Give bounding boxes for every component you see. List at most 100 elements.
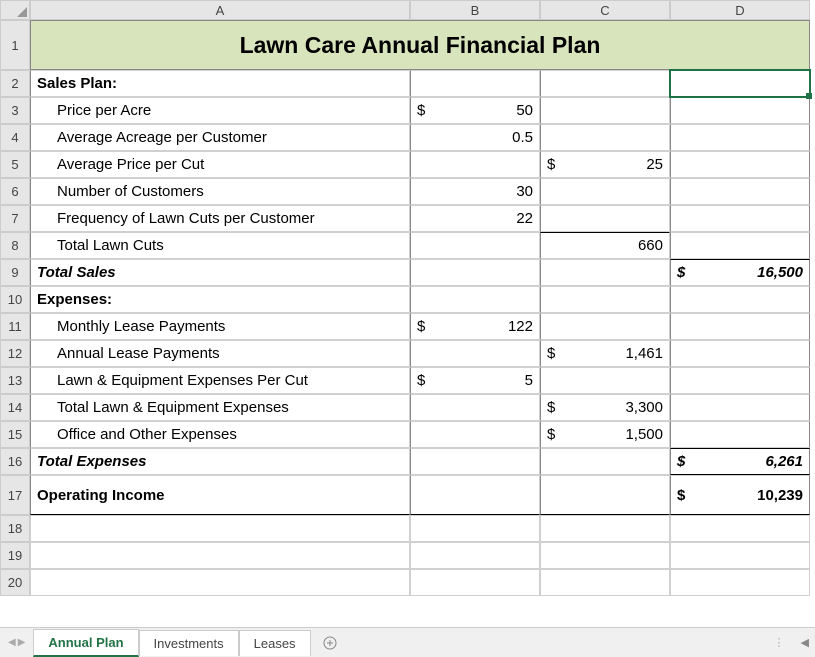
title-cell[interactable]: Lawn Care Annual Financial Plan bbox=[30, 20, 810, 70]
row-header[interactable]: 8 bbox=[0, 232, 30, 259]
row-header[interactable]: 11 bbox=[0, 313, 30, 340]
cell-d8[interactable] bbox=[670, 232, 810, 259]
cell-c8[interactable]: 660 bbox=[540, 232, 670, 259]
cell-d2-selected[interactable] bbox=[670, 70, 810, 97]
cell-d17[interactable]: $10,239 bbox=[670, 475, 810, 515]
cell-c10[interactable] bbox=[540, 286, 670, 313]
cell-b2[interactable] bbox=[410, 70, 540, 97]
cell-c11[interactable] bbox=[540, 313, 670, 340]
cell-b9[interactable] bbox=[410, 259, 540, 286]
cell-d6[interactable] bbox=[670, 178, 810, 205]
row-header[interactable]: 14 bbox=[0, 394, 30, 421]
tab-next-icon[interactable]: ▶ bbox=[18, 637, 26, 648]
tab-investments[interactable]: Investments bbox=[139, 630, 239, 656]
cell-c4[interactable] bbox=[540, 124, 670, 151]
cell-a20[interactable] bbox=[30, 569, 410, 596]
cell-b5[interactable] bbox=[410, 151, 540, 178]
cell-b10[interactable] bbox=[410, 286, 540, 313]
row-header[interactable]: 18 bbox=[0, 515, 30, 542]
cell-c9[interactable] bbox=[540, 259, 670, 286]
cell-c13[interactable] bbox=[540, 367, 670, 394]
cell-b8[interactable] bbox=[410, 232, 540, 259]
hscroll-left-icon[interactable]: ◀ bbox=[795, 636, 815, 649]
row-header[interactable]: 19 bbox=[0, 542, 30, 569]
col-header-c[interactable]: C bbox=[540, 0, 670, 20]
row-header[interactable]: 5 bbox=[0, 151, 30, 178]
cell-b4[interactable]: 0.5 bbox=[410, 124, 540, 151]
tab-prev-icon[interactable]: ◀ bbox=[8, 637, 16, 648]
row-header[interactable]: 13 bbox=[0, 367, 30, 394]
row-header[interactable]: 7 bbox=[0, 205, 30, 232]
cell-d19[interactable] bbox=[670, 542, 810, 569]
cell-a12[interactable]: Annual Lease Payments bbox=[30, 340, 410, 367]
cell-a15[interactable]: Office and Other Expenses bbox=[30, 421, 410, 448]
cell-a8[interactable]: Total Lawn Cuts bbox=[30, 232, 410, 259]
cell-d7[interactable] bbox=[670, 205, 810, 232]
col-header-d[interactable]: D bbox=[670, 0, 810, 20]
cell-c18[interactable] bbox=[540, 515, 670, 542]
cell-d20[interactable] bbox=[670, 569, 810, 596]
cell-a18[interactable] bbox=[30, 515, 410, 542]
cell-a13[interactable]: Lawn & Equipment Expenses Per Cut bbox=[30, 367, 410, 394]
row-header[interactable]: 1 bbox=[0, 20, 30, 70]
cell-a5[interactable]: Average Price per Cut bbox=[30, 151, 410, 178]
cell-a11[interactable]: Monthly Lease Payments bbox=[30, 313, 410, 340]
cell-c19[interactable] bbox=[540, 542, 670, 569]
cell-b6[interactable]: 30 bbox=[410, 178, 540, 205]
spreadsheet-grid[interactable]: A B C D 1 Lawn Care Annual Financial Pla… bbox=[0, 0, 815, 596]
row-header[interactable]: 4 bbox=[0, 124, 30, 151]
cell-a7[interactable]: Frequency of Lawn Cuts per Customer bbox=[30, 205, 410, 232]
cell-c3[interactable] bbox=[540, 97, 670, 124]
cell-a14[interactable]: Total Lawn & Equipment Expenses bbox=[30, 394, 410, 421]
cell-a6[interactable]: Number of Customers bbox=[30, 178, 410, 205]
cell-b3[interactable]: $50 bbox=[410, 97, 540, 124]
cell-d12[interactable] bbox=[670, 340, 810, 367]
cell-b17[interactable] bbox=[410, 475, 540, 515]
cell-c12[interactable]: $1,461 bbox=[540, 340, 670, 367]
cell-c14[interactable]: $3,300 bbox=[540, 394, 670, 421]
cell-a9[interactable]: Total Sales bbox=[30, 259, 410, 286]
cell-c15[interactable]: $1,500 bbox=[540, 421, 670, 448]
cell-c2[interactable] bbox=[540, 70, 670, 97]
cell-d14[interactable] bbox=[670, 394, 810, 421]
cell-a17[interactable]: Operating Income bbox=[30, 475, 410, 515]
cell-b18[interactable] bbox=[410, 515, 540, 542]
row-header[interactable]: 20 bbox=[0, 569, 30, 596]
col-header-b[interactable]: B bbox=[410, 0, 540, 20]
cell-a2[interactable]: Sales Plan: bbox=[30, 70, 410, 97]
row-header[interactable]: 3 bbox=[0, 97, 30, 124]
cell-b16[interactable] bbox=[410, 448, 540, 475]
row-header[interactable]: 9 bbox=[0, 259, 30, 286]
col-header-a[interactable]: A bbox=[30, 0, 410, 20]
cell-d9[interactable]: $16,500 bbox=[670, 259, 810, 286]
tab-annual-plan[interactable]: Annual Plan bbox=[33, 629, 138, 657]
cell-b7[interactable]: 22 bbox=[410, 205, 540, 232]
cell-b14[interactable] bbox=[410, 394, 540, 421]
select-all-corner[interactable] bbox=[0, 0, 30, 20]
cell-d3[interactable] bbox=[670, 97, 810, 124]
tab-nav-arrows[interactable]: ◀ ▶ bbox=[0, 637, 33, 648]
add-sheet-button[interactable] bbox=[311, 636, 349, 650]
row-header[interactable]: 10 bbox=[0, 286, 30, 313]
row-header[interactable]: 15 bbox=[0, 421, 30, 448]
cell-d10[interactable] bbox=[670, 286, 810, 313]
cell-a4[interactable]: Average Acreage per Customer bbox=[30, 124, 410, 151]
cell-c7[interactable] bbox=[540, 205, 670, 232]
cell-c5[interactable]: $25 bbox=[540, 151, 670, 178]
cell-b12[interactable] bbox=[410, 340, 540, 367]
row-header[interactable]: 2 bbox=[0, 70, 30, 97]
cell-c17[interactable] bbox=[540, 475, 670, 515]
cell-b11[interactable]: $122 bbox=[410, 313, 540, 340]
cell-c16[interactable] bbox=[540, 448, 670, 475]
cell-c20[interactable] bbox=[540, 569, 670, 596]
cell-d15[interactable] bbox=[670, 421, 810, 448]
cell-d13[interactable] bbox=[670, 367, 810, 394]
cell-d16[interactable]: $6,261 bbox=[670, 448, 810, 475]
cell-a10[interactable]: Expenses: bbox=[30, 286, 410, 313]
row-header[interactable]: 16 bbox=[0, 448, 30, 475]
cell-d11[interactable] bbox=[670, 313, 810, 340]
tab-leases[interactable]: Leases bbox=[239, 630, 311, 656]
tab-options-icon[interactable]: ⋮ bbox=[766, 636, 795, 649]
cell-d18[interactable] bbox=[670, 515, 810, 542]
row-header[interactable]: 17 bbox=[0, 475, 30, 515]
